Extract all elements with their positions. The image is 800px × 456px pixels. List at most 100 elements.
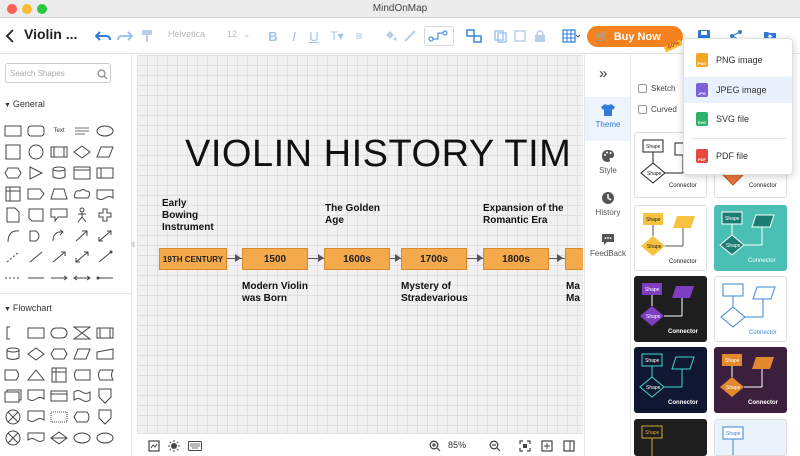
fc-predefined-shape[interactable]	[96, 325, 114, 341]
folded-shape[interactable]	[27, 207, 45, 223]
cloud-shape[interactable]	[73, 186, 91, 202]
horizontal-double-arrow-shape[interactable]	[73, 270, 91, 286]
theme-card-pale-blue[interactable]: Shape	[714, 419, 787, 456]
fc-sort-shape[interactable]	[50, 430, 68, 446]
fc-multi-document-shape[interactable]	[4, 388, 22, 404]
fc-connector-shape[interactable]	[96, 430, 114, 446]
diagram-canvas[interactable]: VIOLIN HISTORY TIM 19TH CENTURY 1500 160…	[137, 55, 583, 433]
panel-toggle-icon[interactable]	[562, 439, 576, 453]
speech-bubble-shape[interactable]	[50, 207, 68, 223]
fc-sequential-data-shape[interactable]	[73, 367, 91, 383]
export-svg-item[interactable]: SVG SVG file	[684, 106, 792, 132]
horizontal-line-shape[interactable]	[27, 270, 45, 286]
font-family-select[interactable]: Helvetica	[168, 29, 205, 39]
timeline-box-19th-century[interactable]: 19TH CENTURY	[159, 248, 227, 270]
export-pdf-item[interactable]: PDF PDF file	[684, 143, 792, 169]
label-golden-age[interactable]: The Golden Age	[325, 203, 380, 227]
document-shape[interactable]	[4, 207, 22, 223]
text-shape[interactable]: Text	[50, 123, 68, 139]
text-align-icon[interactable]: ≡	[351, 26, 367, 46]
dashed-line-shape[interactable]	[4, 249, 22, 265]
timeline-box-1800s[interactable]: 1800s	[483, 248, 549, 270]
underline-icon[interactable]: U	[307, 26, 321, 46]
ellipse-shape[interactable]	[96, 123, 114, 139]
group-icon[interactable]	[512, 26, 528, 46]
fc-punched-card-shape[interactable]	[27, 409, 45, 425]
horizontal-arrow-shape[interactable]	[50, 270, 68, 286]
zoom-level[interactable]: 85%	[448, 440, 466, 450]
fc-document-shape[interactable]	[27, 388, 45, 404]
fc-merge-shape[interactable]	[27, 430, 45, 446]
fc-delay-shape[interactable]	[4, 367, 22, 383]
lock-icon[interactable]	[533, 26, 547, 46]
cylinder-shape[interactable]	[50, 165, 68, 181]
fc-stored-data-shape[interactable]	[96, 367, 114, 383]
diagonal-arrow-shape[interactable]	[73, 228, 91, 244]
triangle-shape[interactable]	[27, 165, 45, 181]
curved-checkbox[interactable]	[638, 105, 647, 114]
fc-preparation-shape[interactable]	[50, 346, 68, 362]
tab-history[interactable]: History	[585, 191, 631, 227]
section-general[interactable]: ▼ General	[4, 99, 45, 109]
callout-shape[interactable]	[27, 186, 45, 202]
horizontal-dashed-line-shape[interactable]	[4, 270, 22, 286]
diamond-shape[interactable]	[73, 144, 91, 160]
bold-icon[interactable]: B	[266, 26, 280, 46]
theme-card-dark-gold[interactable]: Shape	[634, 419, 707, 456]
fc-database-shape[interactable]	[4, 346, 22, 362]
text-color-icon[interactable]: T▾	[327, 26, 347, 46]
fullscreen-icon[interactable]	[540, 439, 554, 453]
process-shape[interactable]	[50, 144, 68, 160]
theme-card-light-blue[interactable]: Connector	[714, 276, 787, 342]
line-color-icon[interactable]	[402, 26, 418, 46]
paragraph-shape[interactable]	[73, 123, 91, 139]
fc-terminator-shape[interactable]	[50, 325, 68, 341]
label-partial[interactable]: Ma Ma	[566, 281, 580, 305]
note-shape[interactable]	[73, 165, 91, 181]
fc-decision-shape[interactable]	[27, 346, 45, 362]
bidirectional-line-shape[interactable]	[96, 249, 114, 265]
circle-shape[interactable]	[27, 144, 45, 160]
undo-icon[interactable]	[94, 26, 112, 46]
square-shape[interactable]	[4, 144, 22, 160]
arrow-line-shape[interactable]	[50, 249, 68, 265]
wave-shape[interactable]	[96, 186, 114, 202]
theme-card-navy-neon[interactable]: Shape Shape Connector	[634, 347, 707, 413]
fc-process-shape[interactable]	[27, 325, 45, 341]
fc-card-shape[interactable]	[50, 388, 68, 404]
horizontal-dot-line-shape[interactable]	[96, 270, 114, 286]
theme-card-dark-purple[interactable]: Shape Shape Connector	[634, 276, 707, 342]
fc-extract-shape[interactable]	[27, 367, 45, 383]
fc-dotted-line-shape[interactable]	[50, 409, 68, 425]
tab-theme[interactable]: Theme	[585, 97, 631, 141]
curved-arrow-shape[interactable]	[50, 228, 68, 244]
rounded-rectangle-shape[interactable]	[27, 123, 45, 139]
tab-feedback[interactable]: FeedBack	[585, 233, 631, 269]
section-flowchart[interactable]: ▼ Flowchart	[4, 303, 52, 313]
fc-internal-storage-shape[interactable]	[50, 367, 68, 383]
theme-card-yellow[interactable]: Shape Shape Connector	[634, 205, 707, 271]
card-shape[interactable]	[96, 165, 114, 181]
label-stradevarious[interactable]: Mystery of Stradevarious	[401, 281, 468, 305]
label-early-bowing[interactable]: Early Bowing Instrument	[162, 198, 214, 234]
arc-shape[interactable]	[4, 228, 22, 244]
fc-bracket-shape[interactable]	[4, 325, 22, 341]
export-jpeg-item[interactable]: JPG JPEG image	[684, 77, 792, 103]
internal-storage-shape[interactable]	[4, 186, 22, 202]
double-arrow-shape[interactable]	[96, 228, 114, 244]
theme-toggle-icon[interactable]	[167, 439, 181, 453]
arrange-icon[interactable]	[464, 26, 484, 46]
fc-manual-input-shape[interactable]	[96, 346, 114, 362]
collapse-right-panel-icon[interactable]: »	[599, 65, 607, 82]
label-romantic-era[interactable]: Expansion of the Romantic Era	[483, 203, 564, 227]
timeline-heading[interactable]: VIOLIN HISTORY TIM	[185, 133, 571, 176]
theme-card-plum-orange[interactable]: Shape Shape Connector	[714, 347, 787, 413]
timeline-box-1600s[interactable]: 1600s	[324, 248, 390, 270]
theme-card-teal[interactable]: Shape Shape Connector	[714, 205, 787, 271]
fc-data-shape[interactable]	[73, 346, 91, 362]
document-title[interactable]: Violin ...	[24, 26, 77, 42]
fc-offpage-shape[interactable]	[96, 388, 114, 404]
curved-option[interactable]: Curved	[638, 105, 677, 114]
fc-summing-junction-shape[interactable]	[4, 430, 22, 446]
format-painter-icon[interactable]	[139, 26, 155, 46]
